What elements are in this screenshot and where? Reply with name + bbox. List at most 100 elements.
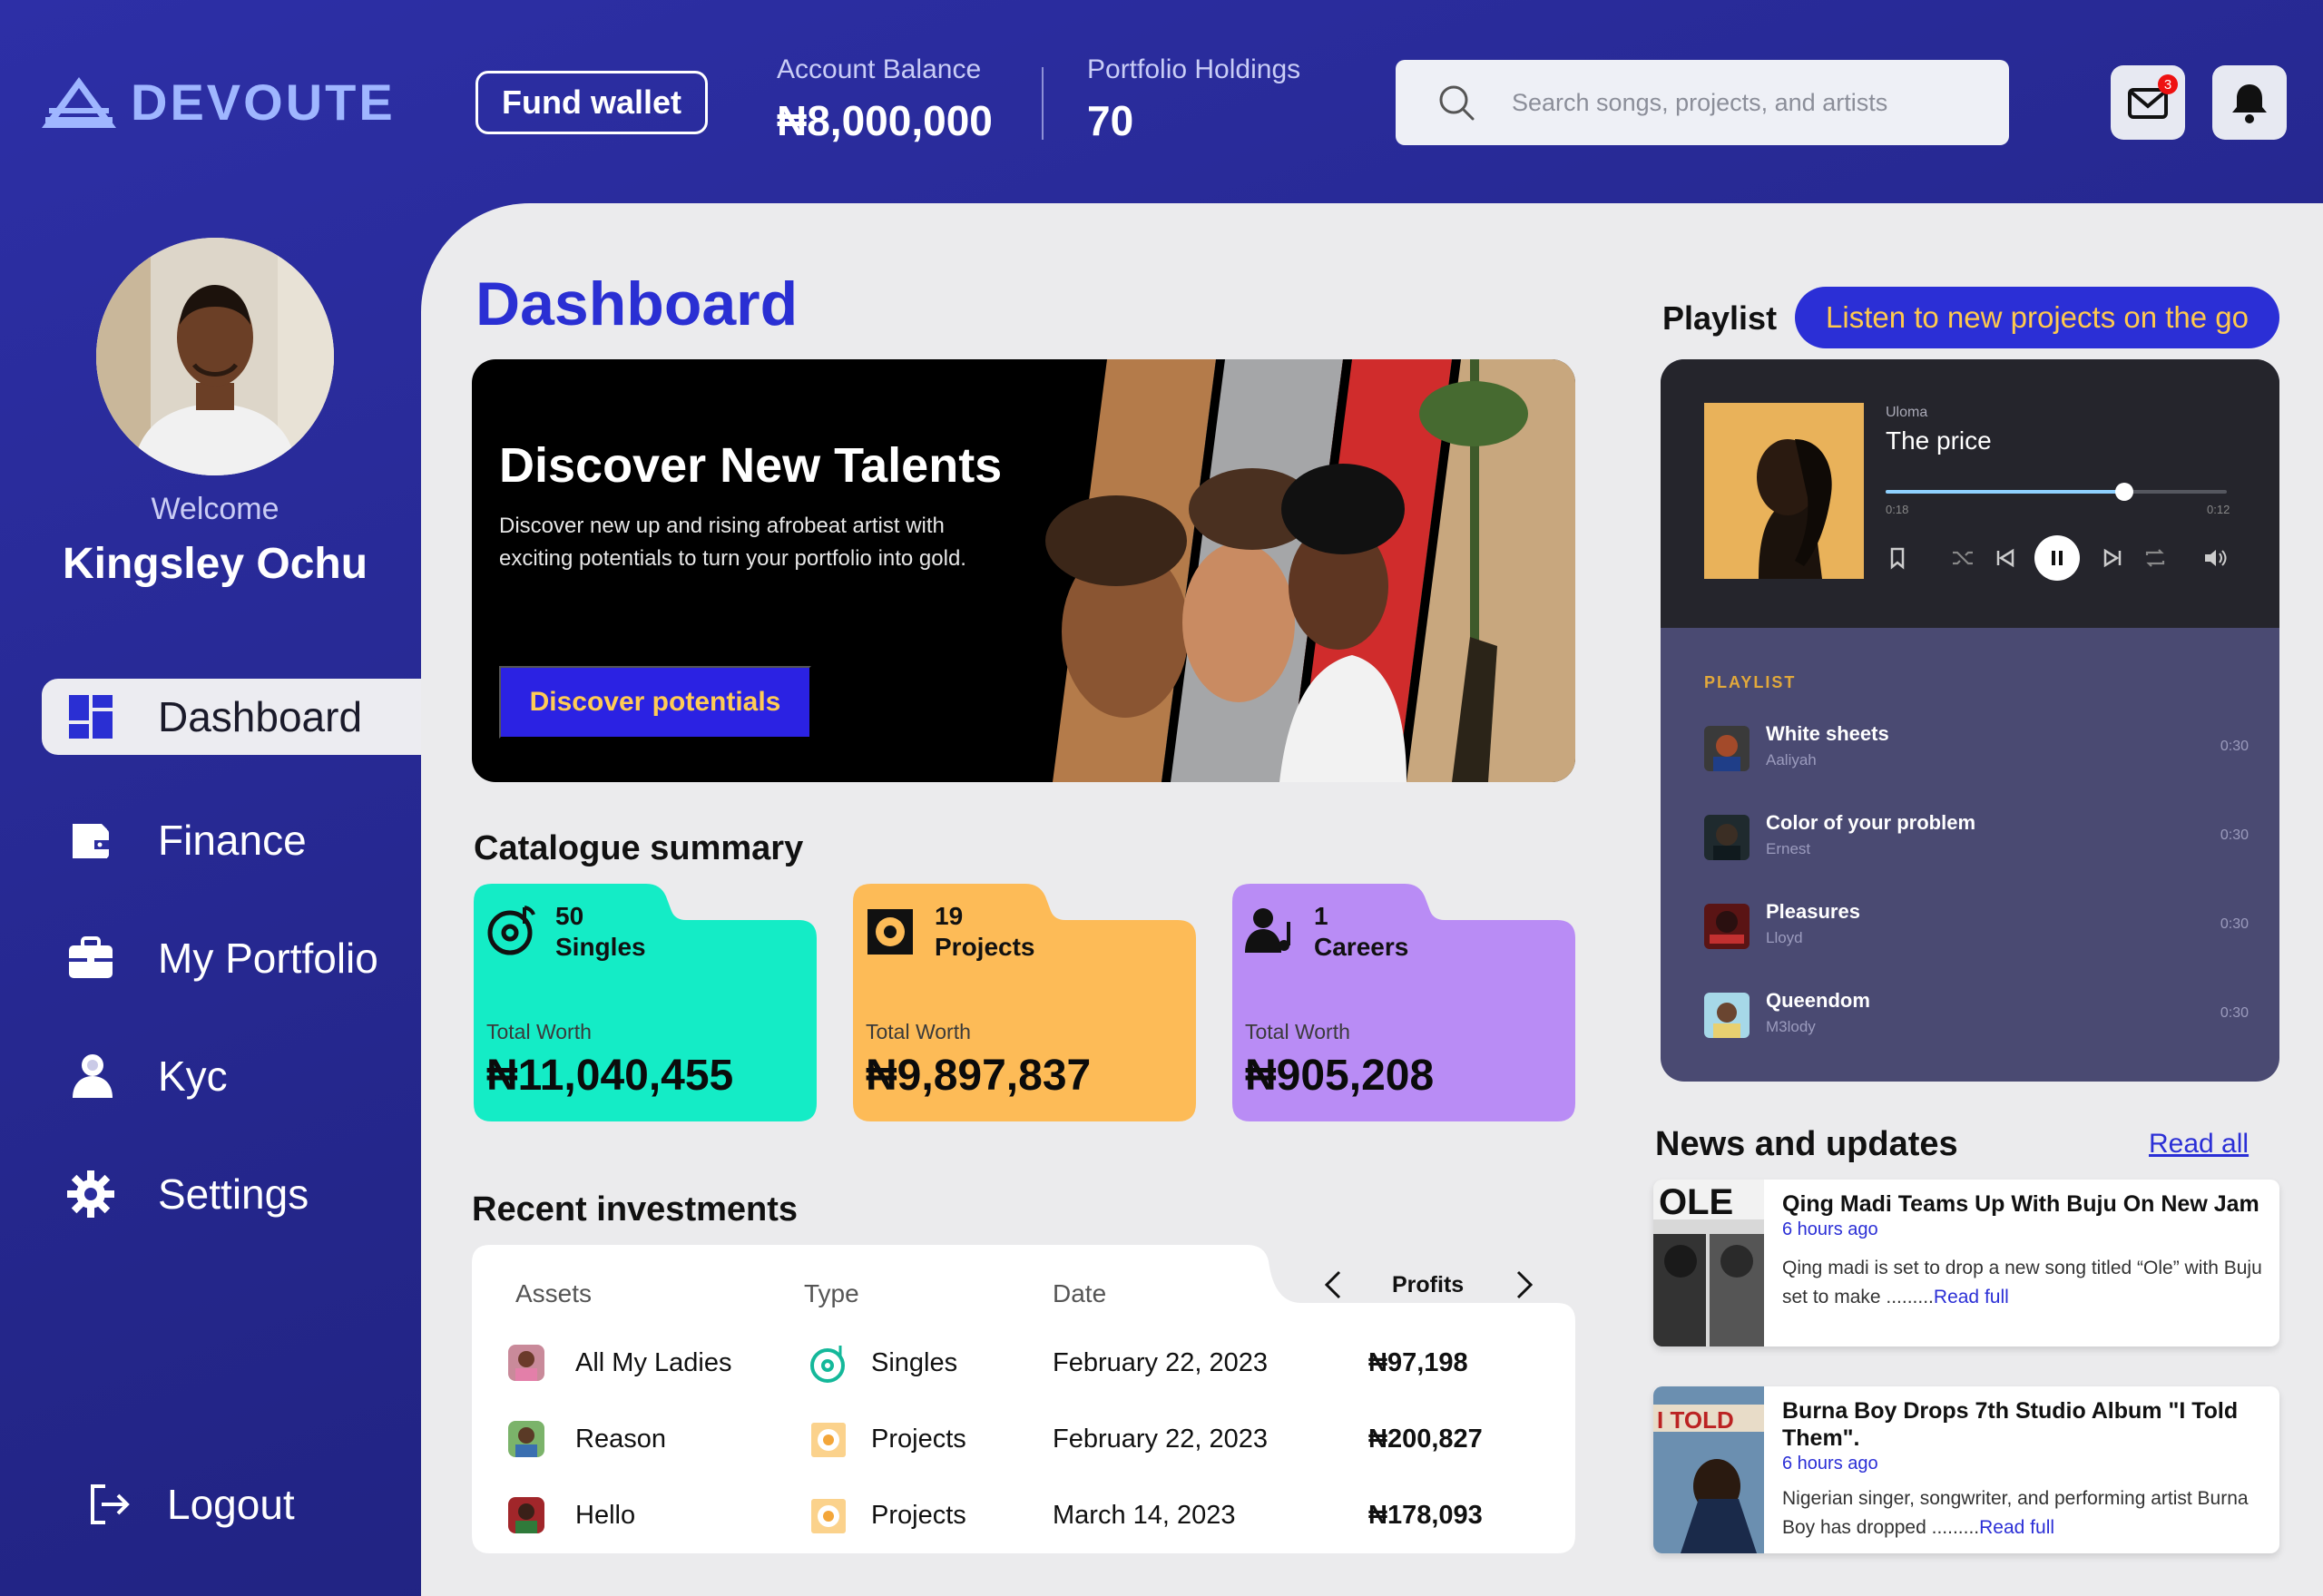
table-row[interactable]: Hello Projects March 14, 2023 ₦178,093 (472, 1479, 1575, 1555)
svg-text:I TOLD: I TOLD (1657, 1406, 1734, 1434)
news-summary-text: Qing madi is set to drop a new song titl… (1782, 1258, 2262, 1307)
asset-thumbnail (508, 1497, 544, 1533)
playlist-title: Playlist (1662, 299, 1778, 337)
logout-button[interactable]: Logout (83, 1479, 295, 1530)
list-item[interactable]: Queendom M3lody 0:30 (1704, 985, 2249, 1058)
sidebar-item-finance[interactable]: Finance (42, 802, 430, 878)
news-headline: Burna Boy Drops 7th Studio Album "I Told… (1782, 1398, 2239, 1451)
elapsed-time: 0:18 (1886, 503, 1909, 516)
column-header-date: Date (1053, 1279, 1107, 1307)
track-artist: Lloyd (1766, 929, 1803, 946)
table-row[interactable]: All My Ladies Singles February 22, 2023 … (472, 1327, 1575, 1403)
sidebar-item-kyc[interactable]: Kyc (42, 1038, 430, 1114)
investments-title: Recent investments (472, 1190, 799, 1229)
user-icon (73, 1054, 113, 1098)
bookmark-icon[interactable] (1884, 544, 1911, 572)
chevron-right-icon[interactable] (1505, 1267, 1542, 1303)
investment-profit: ₦178,093 (1368, 1501, 1483, 1530)
briefcase-icon (69, 936, 113, 978)
news-time: 6 hours ago (1782, 1219, 1878, 1239)
news-card[interactable]: I TOLD Burna Boy Drops 7th Studio Album … (1653, 1386, 2279, 1553)
read-full-link[interactable]: Read full (1979, 1517, 2054, 1538)
sidebar-item-label: Settings (158, 1170, 309, 1218)
asset-type: Projects (871, 1501, 966, 1530)
asset-thumbnail (508, 1421, 544, 1457)
total-worth-value: ₦9,897,837 (866, 1052, 1092, 1100)
profits-header: Profits (1392, 1271, 1465, 1297)
shuffle-icon[interactable] (1949, 544, 1976, 572)
list-item[interactable]: Color of your problem Ernest 0:30 (1704, 808, 2249, 880)
fund-wallet-button[interactable]: Fund wallet (475, 71, 708, 134)
svg-text:OLE: OLE (1659, 1182, 1733, 1222)
track-name: Pleasures (1766, 900, 1860, 923)
music-player: Uloma The price 0:18 0:12 PLAYLIST White… (1661, 359, 2279, 1082)
progress-handle[interactable] (2115, 483, 2134, 501)
track-name: Color of your problem (1766, 811, 1975, 834)
avatar[interactable] (96, 238, 334, 475)
sidebar-item-label: My Portfolio (158, 935, 378, 982)
pause-icon (2052, 551, 2063, 565)
catalogue-card-singles[interactable]: 50 Singles Total Worth ₦11,040,455 (474, 884, 817, 1121)
asset-thumbnail (508, 1345, 544, 1381)
sidebar-item-label: Dashboard (158, 693, 363, 740)
search-input[interactable]: Search songs, projects, and artists (1396, 60, 2009, 145)
news-card[interactable]: OLE Qing Madi Teams Up With Buju On New … (1653, 1180, 2279, 1346)
catalogue-title: Catalogue summary (474, 829, 804, 867)
sidebar-item-portfolio[interactable]: My Portfolio (42, 920, 430, 996)
repeat-icon[interactable] (2142, 544, 2169, 572)
catalogue-count: 50 (555, 902, 584, 930)
track-artist: Aaliyah (1766, 751, 1817, 769)
total-worth-label: Total Worth (866, 1020, 971, 1043)
catalogue-count: 19 (935, 902, 964, 930)
read-full-link[interactable]: Read full (1934, 1287, 2009, 1307)
news-time: 6 hours ago (1782, 1454, 1878, 1474)
track-duration: 0:30 (2220, 916, 2249, 932)
sidebar-item-dashboard[interactable]: Dashboard (42, 679, 430, 755)
logo-icon (42, 76, 116, 128)
sidebar-item-settings[interactable]: Settings (42, 1156, 430, 1232)
total-worth-label: Total Worth (486, 1020, 592, 1043)
portfolio-holdings: Portfolio Holdings 70 (1087, 54, 1300, 145)
notifications-button[interactable] (2212, 65, 2287, 140)
next-icon[interactable] (2100, 544, 2127, 572)
news-image: I TOLD (1653, 1386, 1764, 1553)
user-name: Kingsley Ochu (62, 540, 368, 588)
gear-icon (67, 1170, 114, 1218)
logout-label: Logout (167, 1481, 295, 1528)
total-time: 0:12 (2207, 503, 2230, 516)
listen-new-projects-button[interactable]: Listen to new projects on the go (1795, 287, 2279, 348)
asset-type: Singles (871, 1348, 958, 1377)
playlist-section-label: PLAYLIST (1704, 673, 1797, 691)
volume-icon[interactable] (2201, 544, 2229, 572)
previous-icon[interactable] (1991, 544, 2018, 572)
vinyl-icon (811, 1499, 846, 1533)
list-item[interactable]: White sheets Aaliyah 0:30 (1704, 719, 2249, 791)
read-all-link[interactable]: Read all (2149, 1129, 2249, 1160)
investment-profit: ₦200,827 (1368, 1425, 1483, 1454)
total-worth-value: ₦905,208 (1245, 1052, 1435, 1100)
messages-button[interactable]: 3 (2111, 65, 2185, 140)
catalogue-card-projects[interactable]: 19 Projects Total Worth ₦9,897,837 (853, 884, 1196, 1121)
progress-slider[interactable] (1886, 483, 2227, 501)
brand-logo[interactable]: DEVOUTE (40, 73, 396, 132)
table-row[interactable]: Reason Projects February 22, 2023 ₦200,8… (472, 1403, 1575, 1479)
wallet-icon (73, 824, 109, 858)
mail-badge: 3 (2158, 74, 2178, 94)
track-thumbnail (1704, 815, 1750, 860)
music-disc-icon (487, 906, 535, 955)
list-item[interactable]: Pleasures Lloyd 0:30 (1704, 896, 2249, 969)
logout-icon (91, 1484, 130, 1524)
catalogue-card-careers[interactable]: 1 Careers Total Worth ₦905,208 (1232, 884, 1575, 1121)
discover-potentials-button[interactable]: Discover potentials (499, 666, 811, 739)
hero-description: Discover new up and rising afrobeat arti… (499, 514, 966, 571)
music-disc-icon (810, 1346, 845, 1383)
catalogue-count: 1 (1314, 902, 1328, 930)
brand-name: DEVOUTE (131, 73, 396, 131)
pause-button[interactable] (2034, 535, 2080, 581)
sidebar-item-label: Finance (158, 817, 307, 864)
chevron-left-icon[interactable] (1316, 1267, 1352, 1303)
page-title: Dashboard (475, 269, 799, 338)
news-title: News and updates (1655, 1125, 1958, 1163)
total-worth-label: Total Worth (1245, 1020, 1350, 1043)
welcome-label: Welcome (151, 492, 279, 526)
